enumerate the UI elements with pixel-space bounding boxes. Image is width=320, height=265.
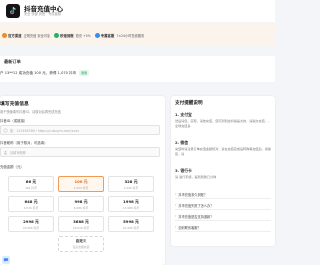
douyin-id-label: 抖音ID（或链接） <box>0 118 27 123</box>
nickname-placeholder: 请填写昵称 <box>10 150 26 155</box>
amount-value: 2998 元 <box>23 218 39 224</box>
amount-label: 充值金额（元） <box>0 164 24 169</box>
notice-section-title: 1. 支付宝 <box>175 112 192 117</box>
amount-label-text: 充值金额（元） <box>0 165 24 169</box>
amount-option[interactable]: 3688 元 25,816 抖币 <box>58 216 104 232</box>
douyin-logo-icon <box>6 4 20 18</box>
recharge-form-card: 填写充值信息 用于快速填写抖音ID，请核对后再完成充值 抖音ID（或链接） 如：… <box>0 96 165 265</box>
amount-coins: 2,296 抖币 <box>123 185 139 190</box>
feature-strip: 官方渠道 正规充值 安全可靠 秒速到账 首充 +5% 专属客服 7×24小时在线… <box>0 24 275 46</box>
amount-coins: 41,986 抖币 <box>122 225 140 230</box>
amount-option-selected[interactable]: 100 元 1,000 抖币 <box>58 176 104 192</box>
page-subtitle: 安全 快捷 到账 · 专属客服 <box>24 12 61 17</box>
amount-option[interactable]: 2998 元 20,986 抖币 <box>8 216 54 232</box>
link-icon <box>3 128 8 132</box>
nickname-label-text: 抖音昵称（用于核对，可选填） <box>0 141 48 145</box>
amount-value: 648 元 <box>24 198 38 204</box>
notice-section-text: 请 进行手续，提到到账几分钟 <box>175 175 217 179</box>
amount-option[interactable]: 66 元 462 抖币 <box>8 176 54 192</box>
bolt-icon <box>54 32 60 38</box>
custom-amount-value: 自定义 <box>75 239 87 243</box>
top-header: 抖音充值中心 安全 快捷 到账 · 专属客服 <box>0 0 275 22</box>
headset-icon <box>94 32 100 38</box>
form-title: 填写充值信息 <box>0 102 29 107</box>
amount-coins: 13,986 抖币 <box>122 205 140 210</box>
nickname-label: 抖音昵称（用于核对，可选填） <box>0 140 47 145</box>
notice-section-title: 2. 微信 <box>175 140 188 145</box>
amount-value: 1998 元 <box>123 198 139 204</box>
form-desc: 用于快速填写抖音ID，请核对后再完成充值 <box>0 110 61 114</box>
chat-icon[interactable] <box>2 256 10 264</box>
notice-title: 支付提醒说明 <box>175 101 203 106</box>
amount-value: 100 元 <box>74 178 88 184</box>
notice-section-title: 3. 银行卡 <box>175 168 192 173</box>
user-icon <box>3 150 8 154</box>
faq-text: 如何联系客服？ <box>178 225 201 230</box>
amount-option[interactable]: 998 元 6,986 抖币 <box>58 196 104 212</box>
douyin-id-placeholder: 如：123456789 / https://v.douyin.com/xxxx <box>10 128 80 133</box>
title-wrap: 抖音充值中心 安全 快捷 到账 · 专属客服 <box>24 6 63 17</box>
amount-value: 66 元 <box>25 178 37 184</box>
custom-amount-option[interactable]: 自定义 任意金额充值 <box>58 236 104 252</box>
amount-grid: 66 元 462 抖币 100 元 1,000 抖币 328 元 2,296 抖币 6… <box>8 176 158 232</box>
douyin-id-label-text: 抖音ID（或链接） <box>0 119 28 123</box>
amount-value: 3688 元 <box>73 218 89 224</box>
chevron-right-icon: › <box>175 192 177 196</box>
faq-item[interactable]: › 抖币充值失败了怎么办？ <box>175 201 271 210</box>
amount-value: 998 元 <box>74 198 88 204</box>
feature-desc: 7×24小时在线服务 <box>116 33 145 38</box>
amount-coins: 6,986 抖币 <box>73 205 89 210</box>
faq-item[interactable]: › 如何联系客服？ <box>175 223 271 232</box>
feature-official: 官方渠道 正规充值 安全可靠 <box>2 32 51 38</box>
feature-service: 专属客服 7×24小时在线服务 <box>94 32 145 38</box>
recent-orders-title: 最新订单 <box>4 59 21 64</box>
feature-desc: 首充 +5% <box>75 33 91 38</box>
amount-coins: 1,000 抖币 <box>73 185 89 190</box>
amount-value: 328 元 <box>124 178 138 184</box>
recent-order-status: 刚刚 <box>79 70 90 76</box>
faq-text: 抖币充值多久到账？ <box>178 192 208 197</box>
chevron-right-icon: › <box>175 214 177 218</box>
feature-title: 官方渠道 <box>8 33 22 38</box>
notice-section-text: 然后请您，实现，请依充值，您可到到这抖指是大的，请提交充值，，全场充值多 <box>175 119 271 128</box>
amount-coins: 20,986 抖币 <box>22 225 40 230</box>
chevron-right-icon: › <box>175 203 177 207</box>
amount-option[interactable]: 328 元 2,296 抖币 <box>108 176 154 192</box>
payment-notice-card: 支付提醒说明 1. 支付宝 然后请您，实现，请依充值，您可到到这抖指是大的，请提… <box>171 96 275 246</box>
recent-order-item: 户 13**12 成功充值 100 元，获得 1,070 抖币 刚刚 <box>0 70 90 76</box>
nickname-input[interactable]: 请填写昵称 <box>0 147 160 157</box>
feature-title: 专属客服 <box>100 33 115 38</box>
amount-value: 5998 元 <box>123 218 139 224</box>
faq-text: 抖币充值失败了怎么办？ <box>178 203 214 208</box>
feature-desc: 正规充值 安全可靠 <box>23 33 51 38</box>
amount-option[interactable]: 5998 元 41,986 抖币 <box>108 216 154 232</box>
shield-icon <box>2 32 7 38</box>
amount-option[interactable]: 648 元 4,536 抖币 <box>8 196 54 212</box>
faq-item[interactable]: › 抖币充值是否支持退款？ <box>175 212 271 221</box>
amount-coins: 4,536 抖币 <box>23 205 39 210</box>
recent-order-text: 户 13**12 成功充值 100 元，获得 1,070 抖币 <box>0 70 77 75</box>
feature-fast: 秒速到账 首充 +5% <box>54 32 91 38</box>
douyin-id-input[interactable]: 如：123456789 / https://v.douyin.com/xxxx <box>0 125 160 135</box>
faq-item[interactable]: › 抖币充值多久到账？ <box>175 190 271 199</box>
notice-section-text: 充值时请注意订单充值金额核对，请在充值完成后转购等充值后，感谢您，请 <box>175 147 271 156</box>
feature-title: 秒速到账 <box>60 33 74 38</box>
amount-coins: 462 抖币 <box>25 185 37 190</box>
page: 抖音充值中心 安全 快捷 到账 · 专属客服 官方渠道 正规充值 安全可靠 秒速… <box>0 0 275 265</box>
amount-coins: 25,816 抖币 <box>72 225 90 230</box>
chevron-right-icon: › <box>175 225 177 229</box>
recent-orders: 最新订单 户 13**12 成功充值 100 元，获得 1,070 抖币 刚刚 <box>0 56 275 82</box>
faq-text: 抖币充值是否支持退款？ <box>178 214 214 219</box>
custom-amount-desc: 任意金额充值 <box>72 245 90 249</box>
amount-option[interactable]: 1998 元 13,986 抖币 <box>108 196 154 212</box>
